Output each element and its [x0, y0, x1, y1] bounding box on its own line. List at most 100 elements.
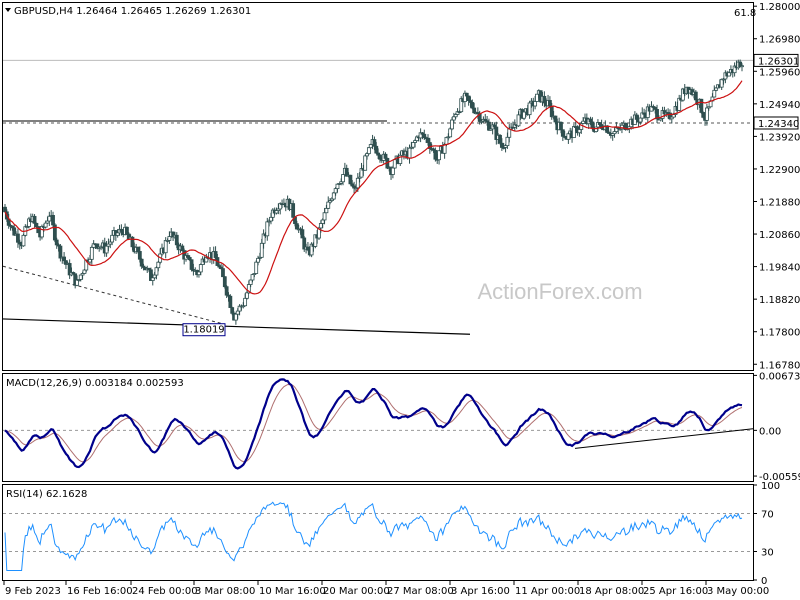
macd-tick-label: 0.00 — [759, 426, 781, 437]
candle-body — [291, 203, 296, 218]
candle-body — [335, 183, 340, 190]
candle-body — [472, 107, 477, 114]
watermark: ActionForex.com — [477, 279, 642, 304]
candle-body — [549, 105, 554, 118]
rsi-title: RSI(14) 62.1628 — [6, 489, 87, 500]
candle-body — [638, 117, 643, 123]
candle-body — [433, 149, 438, 160]
macd-title: MACD(12,26,9) 0.003184 0.002593 — [6, 378, 184, 389]
candle-body — [693, 91, 698, 101]
price-tick-label: 1.26980 — [759, 35, 800, 46]
time-tick-label: 25 Apr 16:00 — [643, 586, 708, 597]
candle-body — [553, 115, 558, 123]
candle-body — [719, 78, 724, 88]
candle-body — [139, 258, 144, 267]
candle-body — [58, 245, 63, 259]
candle-body — [125, 226, 129, 235]
candle-body — [533, 101, 538, 107]
candle-body — [21, 234, 26, 247]
candle-body — [54, 239, 59, 246]
candle-body — [197, 271, 201, 276]
candle-body — [32, 215, 37, 224]
price-tick-label: 1.28000 — [759, 2, 800, 13]
time-tick-label: 9 Feb 2023 — [5, 586, 61, 597]
candle-body — [104, 245, 109, 254]
candle-body — [300, 229, 305, 239]
candle-body — [535, 93, 539, 102]
candle-body — [154, 267, 159, 276]
candle-body — [407, 147, 412, 159]
fib-label: 61.8 — [734, 8, 756, 19]
time-tick-label: 27 Mar 08:00 — [387, 586, 454, 597]
candle-body — [333, 188, 338, 194]
candle-body — [590, 121, 595, 129]
candle-body — [577, 129, 582, 134]
candle-body — [250, 274, 255, 281]
candle-body — [368, 144, 373, 149]
candle-body — [235, 310, 240, 315]
candle-body — [82, 269, 87, 274]
candle-body — [363, 155, 368, 171]
candle-body — [527, 102, 532, 116]
candle-body — [507, 128, 512, 138]
candle-body — [705, 107, 709, 121]
candle-body — [78, 274, 83, 280]
candle-body — [34, 222, 39, 227]
candle-body — [326, 201, 331, 209]
candle-body — [3, 206, 7, 213]
candle-body — [228, 295, 233, 308]
candle-body — [230, 307, 235, 314]
candle-body — [136, 246, 140, 252]
price-tick-label: 1.18820 — [759, 295, 800, 306]
candle-body — [259, 242, 264, 258]
chart-canvas: ActionForex.com 1.18019 GBPUSD,H4 1.2646… — [2, 2, 800, 597]
candle-body — [224, 286, 229, 296]
candle-body — [89, 246, 94, 260]
candle-body — [450, 119, 454, 130]
time-tick-label: 3 Mar 08:00 — [195, 586, 255, 597]
candle-body — [348, 174, 353, 185]
candle-body — [189, 259, 194, 270]
candle-body — [75, 279, 79, 286]
candle-body — [699, 98, 704, 113]
candle-body — [372, 139, 377, 147]
candle-body — [522, 111, 526, 119]
candle-body — [422, 133, 427, 139]
candle-body — [572, 126, 576, 139]
time-tick-label: 3 May 00:00 — [707, 586, 769, 597]
candle-body — [383, 153, 388, 159]
price-tick-label: 1.19840 — [759, 263, 800, 274]
candle-body — [547, 100, 552, 107]
time-tick-label: 20 Mar 00:00 — [323, 586, 390, 597]
candle-body — [294, 223, 299, 230]
price-tick-label: 1.25960 — [759, 67, 800, 78]
candle-body — [374, 145, 379, 154]
time-tick-label: 3 Apr 16:00 — [451, 586, 510, 597]
candle-body — [392, 159, 397, 169]
candle-body — [470, 102, 475, 109]
candle-body — [174, 234, 179, 246]
candle-body — [245, 292, 249, 299]
macd-tick-label: 0.006731 — [759, 371, 800, 382]
price-tick-label: 1.16780 — [759, 360, 800, 371]
candle-body — [51, 215, 55, 226]
candle-body — [163, 240, 168, 254]
candle-body — [233, 313, 238, 321]
candle-body — [498, 134, 502, 144]
candle-body — [324, 207, 329, 214]
price-tick-label: 1.24940 — [759, 100, 800, 111]
candle-body — [390, 167, 395, 175]
price-panel — [2, 2, 754, 371]
candle-body — [221, 268, 225, 278]
candle-body — [466, 95, 471, 102]
candle-body — [137, 251, 142, 260]
candle-body — [306, 246, 310, 251]
candle-body — [320, 219, 325, 224]
candle-body — [269, 216, 273, 222]
candle-body — [634, 114, 639, 120]
candle-body — [560, 129, 565, 137]
candle-body — [378, 154, 382, 160]
candle-body — [256, 257, 260, 263]
candle-body — [588, 118, 593, 123]
candle-body — [156, 261, 161, 269]
